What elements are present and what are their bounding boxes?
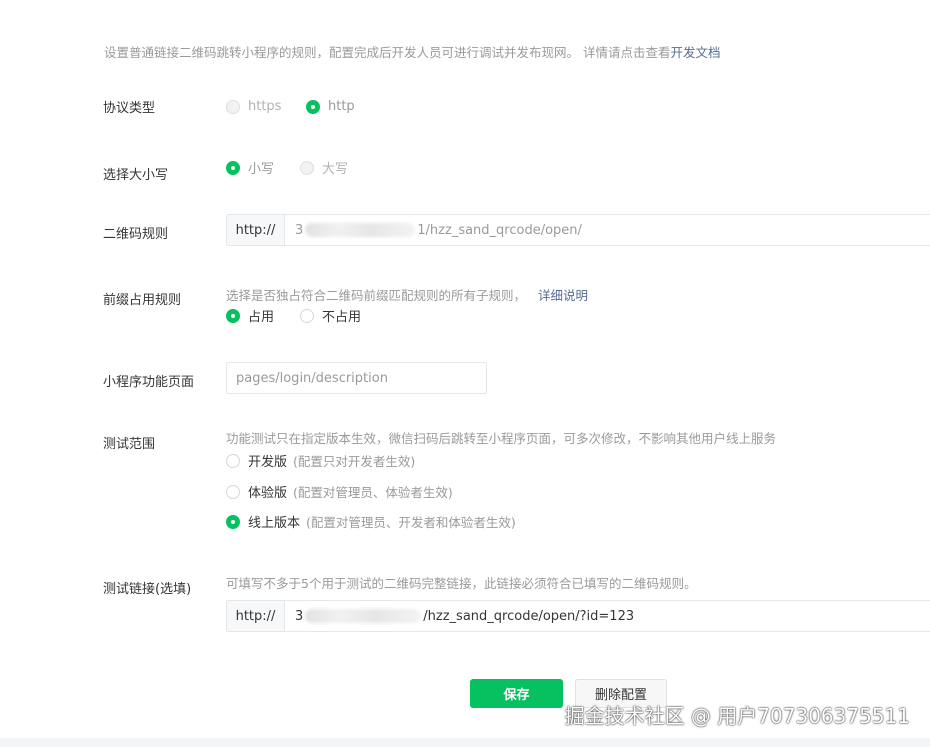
radio-occupy-label: 占用 bbox=[248, 310, 275, 325]
radio-circle bbox=[300, 308, 314, 323]
qr-rule-label: 二维码规则 bbox=[103, 227, 169, 242]
radio-circle bbox=[226, 453, 240, 468]
radio-dev-version-hint: (配置只对开发者生效) bbox=[293, 454, 416, 469]
radio-circle bbox=[226, 308, 240, 323]
qr-rule-input[interactable]: http:// 3 1/hzz_sand_qrcode/open/ bbox=[226, 214, 930, 246]
redacted-blur bbox=[305, 609, 422, 623]
radio-dev-version[interactable]: 开发版 (配置只对开发者生效) bbox=[226, 451, 415, 470]
test-link-desc: 可填写不多于5个用于测试的二维码完整链接，此链接必须符合已填写的二维码规则。 bbox=[226, 576, 697, 591]
letter-case-label: 选择大小写 bbox=[103, 168, 169, 183]
test-link-label: 测试链接(选填) bbox=[103, 582, 192, 597]
test-link-value-end: /hzz_sand_qrcode/open/?id=123 bbox=[423, 608, 635, 624]
details-link[interactable]: 详细说明 bbox=[538, 288, 588, 303]
redacted-blur bbox=[305, 223, 416, 237]
radio-release-version-label: 线上版本 bbox=[248, 516, 301, 531]
intro-text: 设置普通链接二维码跳转小程序的规则，配置完成后开发人员可进行调试并发布现网。 详… bbox=[104, 42, 721, 61]
test-scope-label: 测试范围 bbox=[103, 437, 156, 452]
footer-strip bbox=[0, 738, 930, 747]
radio-https-label: https bbox=[248, 99, 282, 114]
radio-lowercase[interactable]: 小写 bbox=[226, 158, 274, 177]
radio-release-version-hint: (配置对管理员、开发者和体验者生效) bbox=[306, 515, 516, 530]
radio-https[interactable]: https bbox=[226, 99, 281, 114]
radio-lowercase-label: 小写 bbox=[248, 162, 275, 177]
qr-rule-value-start: 3 bbox=[295, 222, 304, 238]
prefix-rule-desc-text: 选择是否独占符合二维码前缀匹配规则的所有子规则， bbox=[226, 288, 527, 303]
radio-uppercase[interactable]: 大写 bbox=[300, 158, 348, 177]
radio-trial-version-label: 体验版 bbox=[248, 486, 288, 501]
test-link-prefix: http:// bbox=[227, 601, 285, 631]
test-link-value-start: 3 bbox=[295, 608, 304, 624]
save-button[interactable]: 保存 bbox=[470, 679, 563, 708]
prefix-rule-label: 前缀占用规则 bbox=[103, 293, 182, 308]
radio-circle bbox=[226, 160, 240, 175]
radio-circle bbox=[226, 99, 240, 114]
radio-release-version[interactable]: 线上版本 (配置对管理员、开发者和体验者生效) bbox=[226, 512, 516, 531]
intro-description: 设置普通链接二维码跳转小程序的规则，配置完成后开发人员可进行调试并发布现网。 详… bbox=[104, 45, 671, 60]
radio-http[interactable]: http bbox=[306, 99, 355, 114]
test-scope-desc: 功能测试只在指定版本生效，微信扫码后跳转至小程序页面，可多次修改，不影响其他用户… bbox=[226, 431, 777, 446]
dev-docs-link[interactable]: 开发文档 bbox=[670, 45, 720, 60]
radio-circle bbox=[306, 99, 320, 114]
page-path-label: 小程序功能页面 bbox=[103, 375, 195, 390]
radio-trial-version-hint: (配置对管理员、体验者生效) bbox=[293, 485, 453, 500]
radio-dev-version-label: 开发版 bbox=[248, 455, 288, 470]
qr-rule-value-end: 1/hzz_sand_qrcode/open/ bbox=[417, 222, 582, 238]
radio-trial-version[interactable]: 体验版 (配置对管理员、体验者生效) bbox=[226, 482, 453, 501]
protocol-label: 协议类型 bbox=[103, 101, 156, 116]
radio-http-label: http bbox=[328, 99, 355, 114]
qr-rule-prefix: http:// bbox=[227, 215, 285, 245]
radio-uppercase-label: 大写 bbox=[322, 162, 349, 177]
page-path-input[interactable]: pages/login/description bbox=[226, 362, 487, 394]
prefix-rule-desc: 选择是否独占符合二维码前缀匹配规则的所有子规则， 详细说明 bbox=[226, 285, 588, 304]
test-link-input[interactable]: http:// 3 /hzz_sand_qrcode/open/?id=123 bbox=[226, 600, 930, 632]
radio-circle bbox=[226, 514, 240, 529]
watermark: 掘金技术社区 @ 用户707306375511 bbox=[564, 704, 910, 728]
qr-rule-value[interactable]: 3 1/hzz_sand_qrcode/open/ bbox=[285, 215, 930, 245]
test-link-value[interactable]: 3 /hzz_sand_qrcode/open/?id=123 bbox=[285, 601, 930, 631]
radio-not-occupy-label: 不占用 bbox=[322, 310, 362, 325]
radio-circle bbox=[300, 160, 314, 175]
radio-not-occupy[interactable]: 不占用 bbox=[300, 306, 361, 325]
radio-occupy[interactable]: 占用 bbox=[226, 306, 274, 325]
radio-circle bbox=[226, 484, 240, 499]
